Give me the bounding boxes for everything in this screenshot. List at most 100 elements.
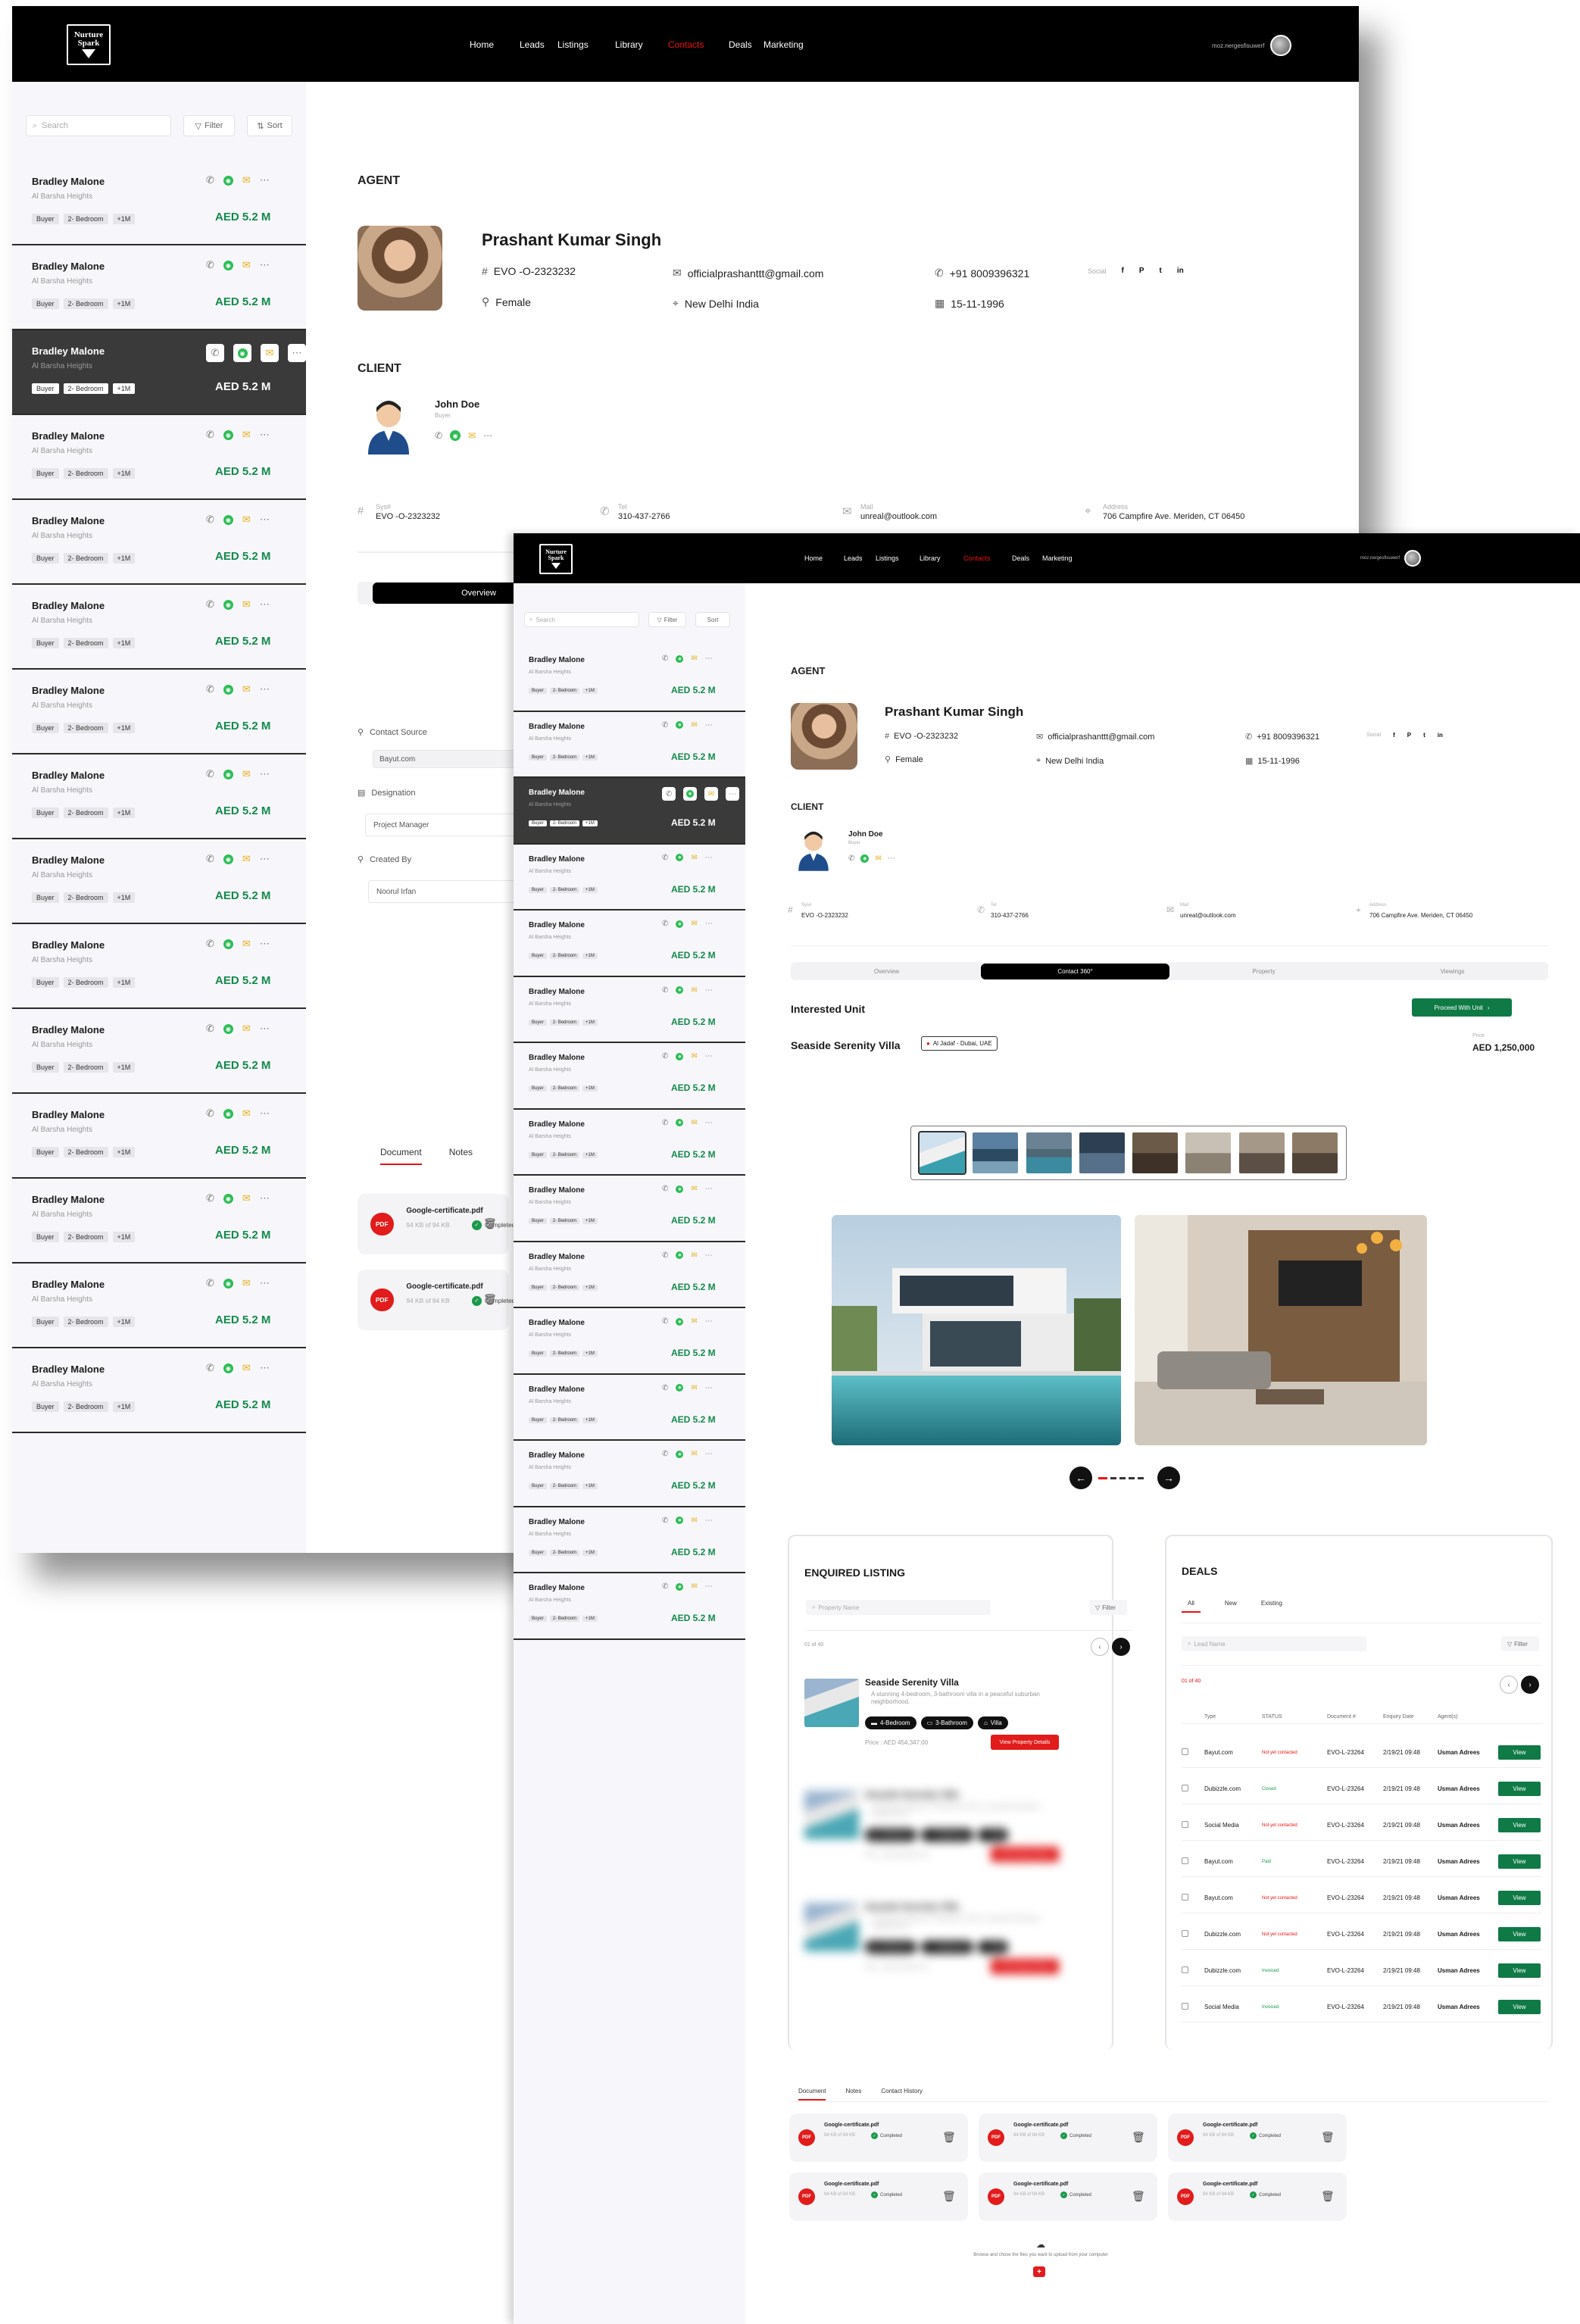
more-icon[interactable]: ⋯ [705,1317,713,1326]
nav-contacts[interactable]: Contacts [963,554,1012,562]
phone-icon[interactable]: ✆ [848,854,854,863]
mail-icon[interactable]: ✉ [242,1192,251,1204]
nav-contacts[interactable]: Contacts [668,39,729,50]
brand-logo[interactable]: Nurture Spark [67,24,111,65]
sort-button[interactable]: Sort [695,612,730,627]
phone-icon[interactable]: ✆ [662,1119,668,1127]
whatsapp-icon[interactable]: ◉ [860,854,870,863]
tab-all[interactable]: All [1182,1600,1201,1613]
trash-icon[interactable]: 🗑 [1132,2131,1145,2144]
whatsapp-icon[interactable]: ◉ [450,430,461,441]
more-icon[interactable]: ⋯ [260,174,270,186]
more-icon[interactable]: ⋯ [705,986,713,995]
row-checkbox[interactable] [1182,1966,1204,1975]
mail-icon[interactable]: ✉ [242,514,251,526]
listing-item[interactable]: Seaside Serenity Villa A stunning 4-bedro… [789,1892,1115,1998]
phone-icon[interactable]: ✆ [206,598,214,611]
tab-notes[interactable]: Notes [449,1147,473,1165]
thumbnail[interactable] [1291,1132,1338,1173]
document-card[interactable]: PDF Google-certificate.pdf 94 KB of 94 KB ✓… [789,2173,968,2221]
whatsapp-icon[interactable]: ◉ [223,599,233,610]
trash-icon[interactable]: 🗑 [483,1293,497,1306]
row-checkbox[interactable] [1182,2003,1204,2011]
thumbnail[interactable] [918,1131,967,1175]
phone-icon[interactable]: ✆ [206,1192,214,1204]
filter-button[interactable]: ▽ Filter [183,115,235,136]
facebook-icon[interactable]: f [1393,732,1395,739]
nav-leads[interactable]: Leads [520,39,557,50]
nav-leads[interactable]: Leads [844,554,876,562]
mail-icon[interactable]: ✉ [704,787,718,801]
whatsapp-icon[interactable]: ◉ [676,721,684,729]
pinterest-icon[interactable]: P [1407,732,1411,739]
document-card[interactable]: PDF Google-certificate.pdf 94 KB of 94 KB ✓… [1168,2173,1347,2221]
user-avatar[interactable] [1404,550,1422,567]
whatsapp-icon[interactable]: ◉ [676,1251,684,1259]
contact-card[interactable]: Bradley Malone Al Barsha Heights Buyer 2- B… [12,500,306,585]
listing-item[interactable]: Seaside Serenity Villa A stunning 4-bedro… [789,1780,1115,1886]
mail-icon[interactable]: ✉ [242,853,251,865]
contact-card[interactable]: Bradley Malone Al Barsha Heights Buyer 2- B… [514,976,745,1043]
nav-library[interactable]: Library [920,554,963,562]
thumbnail[interactable] [1185,1132,1232,1173]
whatsapp-icon[interactable]: ◉ [676,1517,684,1524]
user-avatar[interactable] [1270,35,1292,56]
whatsapp-icon[interactable]: ◉ [223,1023,233,1034]
whatsapp-icon[interactable]: ◉ [233,344,251,362]
table-row[interactable]: Social Media Not yet contacted EVO-L-23264… [1182,1810,1542,1841]
whatsapp-icon[interactable]: ◉ [676,1317,684,1326]
next-page-icon[interactable]: › [1112,1638,1130,1656]
brand-logo[interactable]: Nurture Spark [539,544,573,574]
tab-property[interactable]: Property [1169,964,1358,979]
mail-icon[interactable]: ✉ [691,1119,697,1127]
contact-card[interactable]: Bradley Malone Al Barsha Heights Buyer 2- B… [12,1009,306,1094]
more-icon[interactable]: ⋯ [705,1251,713,1260]
mail-icon[interactable]: ✉ [242,1277,251,1289]
whatsapp-icon[interactable]: ◉ [676,654,684,663]
mail-icon[interactable]: ✉ [691,920,697,928]
more-icon[interactable]: ⋯ [705,1450,713,1458]
sort-button[interactable]: ⇅ Sort [247,115,292,136]
trash-icon[interactable]: 🗑 [1321,2190,1335,2203]
contact-card[interactable]: Bradley Malone Al Barsha Heights Buyer 2- B… [514,911,745,977]
mail-icon[interactable]: ✉ [242,174,251,186]
phone-icon[interactable]: ✆ [662,1582,668,1591]
thumbnail[interactable] [1079,1132,1125,1173]
tab-document[interactable]: Document [380,1147,422,1165]
more-icon[interactable]: ⋯ [260,1362,270,1374]
row-checkbox[interactable] [1182,1894,1204,1902]
phone-icon[interactable]: ✆ [662,854,668,862]
phone-icon[interactable]: ✆ [206,683,214,695]
more-icon[interactable]: ⋯ [705,1582,713,1591]
prev-arrow-icon[interactable]: ← [1069,1467,1092,1489]
nav-marketing[interactable]: Marketing [1042,554,1091,562]
search-input[interactable]: ⌕ Search [524,612,639,627]
phone-icon[interactable]: ✆ [662,1450,668,1458]
phone-icon[interactable]: ✆ [662,654,668,663]
tab-contact-history[interactable]: Contact History [881,2088,923,2101]
contact-card-selected[interactable]: Bradley Malone Al Barsha Heights Buyer 2- B… [514,778,745,845]
whatsapp-icon[interactable]: ◉ [223,1278,233,1289]
whatsapp-icon[interactable]: ◉ [676,1185,684,1193]
tab-contact-360[interactable]: Contact 360° [981,963,1169,979]
phone-icon[interactable]: ✆ [662,1052,668,1060]
mail-icon[interactable]: ✉ [242,598,251,611]
whatsapp-icon[interactable]: ◉ [676,920,684,928]
user-menu[interactable]: moz.nergesfisuwerf [1212,35,1292,56]
mail-icon[interactable]: ✉ [691,654,697,663]
more-icon[interactable]: ⋯ [483,430,492,441]
carousel-dot[interactable] [1138,1477,1144,1479]
search-input[interactable]: ⌕ Search [26,115,171,136]
view-button[interactable]: View [1498,1891,1541,1905]
more-icon[interactable]: ⋯ [705,1384,713,1392]
whatsapp-icon[interactable]: ◉ [676,854,684,861]
lead-search-input[interactable]: ⌕ Lead Name [1182,1636,1366,1651]
next-arrow-icon[interactable]: → [1157,1467,1180,1489]
view-property-button[interactable]: View Property Details [991,1959,1059,1974]
twitter-icon[interactable]: t [1423,732,1425,739]
nav-home[interactable]: Home [804,554,844,562]
user-menu[interactable]: moz.nergesfisuwerf [1360,550,1422,567]
upload-cloud-icon[interactable]: ☁ [1036,2239,1045,2250]
whatsapp-icon[interactable]: ◉ [223,1193,233,1204]
phone-icon[interactable]: ✆ [206,1023,214,1035]
